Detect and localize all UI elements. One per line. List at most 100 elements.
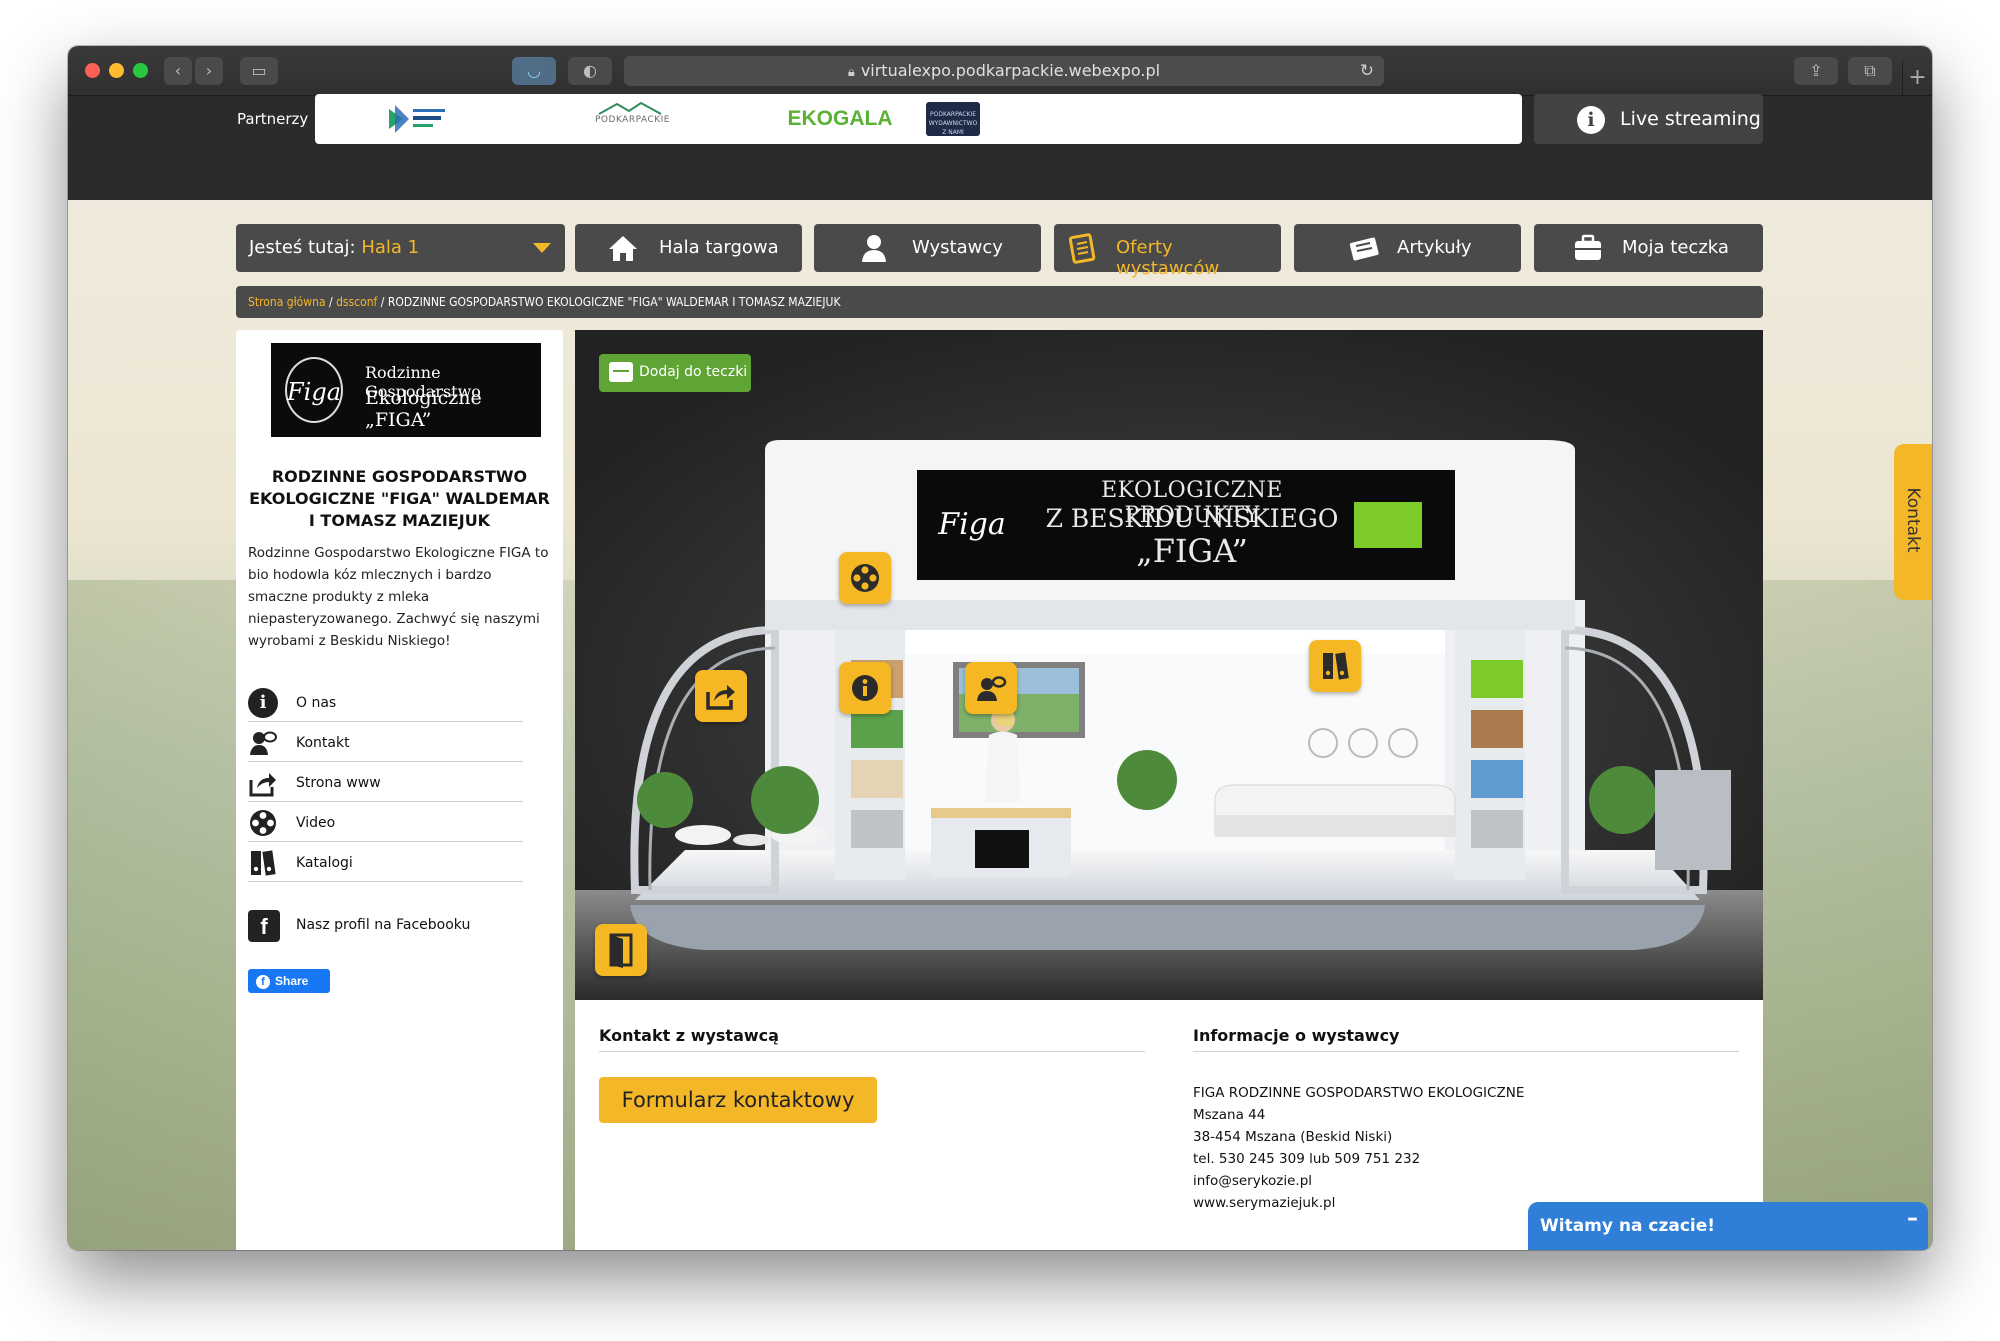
info-icon: i xyxy=(248,688,278,718)
chat-title: Witamy na czacie! xyxy=(1540,1216,1716,1236)
facebook-share-button[interactable]: f Share xyxy=(248,969,330,993)
share-icon[interactable]: ⇪ xyxy=(1794,57,1838,85)
booth-info-hotspot[interactable] xyxy=(839,662,891,714)
menu-item-label: Strona www xyxy=(296,775,381,791)
contact-section-title: Kontakt z wystawcą xyxy=(599,1026,779,1045)
browser-window: ‹ › ▭ ◡ ◐ 🔒︎ virtualexpo.podkarpackie.web… xyxy=(68,46,1932,1250)
binders-icon xyxy=(251,850,276,876)
booth-exit-hotspot[interactable] xyxy=(595,924,647,976)
exhibitor-details: FIGA RODZINNE GOSPODARSTWO EKOLOGICZNE M… xyxy=(1193,1082,1524,1214)
hall-selector-dropdown[interactable]: Jesteś tutaj: Hala 1 xyxy=(236,224,565,272)
podkarpackie-text: PODKARPACKIE xyxy=(595,115,670,125)
partner-logo-virtual-expo[interactable] xyxy=(385,101,449,137)
menu-item-label: Katalogi xyxy=(296,855,353,871)
kontakt-side-tab[interactable]: Kontakt xyxy=(1894,444,1932,600)
privacy-shield-icon[interactable]: ◐ xyxy=(568,57,612,85)
booth-website-hotspot[interactable] xyxy=(695,670,747,722)
exhibitor-email[interactable]: info@serykozie.pl xyxy=(1193,1170,1524,1192)
pocket-icon[interactable]: ◡ xyxy=(512,57,556,85)
company-title: RODZINNE GOSPODARSTWO EKOLOGICZNE "FIGA"… xyxy=(249,467,550,530)
live-streaming-button[interactable]: i Live streaming xyxy=(1534,94,1763,144)
forward-arrow-icon[interactable]: › xyxy=(195,57,223,85)
briefcase-icon xyxy=(1575,234,1601,260)
partner-logo-ekogala[interactable]: EKOGALA xyxy=(785,101,895,137)
menu-item-kontakt[interactable]: Kontakt xyxy=(248,722,523,762)
zoom-window-button[interactable] xyxy=(133,63,148,78)
back-arrow-icon[interactable]: ‹ xyxy=(164,57,192,85)
add-to-briefcase-label: Dodaj do teczki xyxy=(639,364,748,380)
booth-logo-mark: Figa xyxy=(938,507,1006,542)
exhibitor-sidebar: Figa Rodzinne Gospodarstwo Ekologiczne „… xyxy=(236,330,563,1250)
menu-item-label: Video xyxy=(296,815,336,831)
nav-wystawcy[interactable]: Wystawcy xyxy=(814,224,1041,272)
chat-widget[interactable]: Witamy na czacie! – xyxy=(1528,1202,1928,1250)
breadcrumb-separator: / xyxy=(325,295,337,309)
here-prefix: Jesteś tutaj: xyxy=(249,237,356,258)
chat-minimize-button[interactable]: – xyxy=(1907,1206,1918,1231)
facebook-icon: f xyxy=(256,975,270,989)
partners-label: Partnerzy xyxy=(237,110,309,128)
menu-item-o-nas[interactable]: i O nas xyxy=(248,682,523,722)
exhibitor-address-line-2: 38-454 Mszana (Beskid Niski) xyxy=(1193,1129,1393,1145)
contact-icon xyxy=(250,731,277,755)
url-text: virtualexpo.podkarpackie.webexpo.pl xyxy=(860,61,1161,80)
breadcrumb-home[interactable]: Strona główna xyxy=(248,295,326,309)
nav-artykuly-label: Artykuły xyxy=(1397,237,1472,258)
exhibitor-phone: tel. 530 245 309 lub 509 751 232 xyxy=(1193,1151,1421,1167)
exhibitor-website[interactable]: www.serymaziejuk.pl xyxy=(1193,1192,1524,1214)
company-description: Rodzinne Gospodarstwo Ekologiczne FIGA t… xyxy=(248,545,549,649)
newspaper-icon xyxy=(1349,237,1379,261)
nav-oferty-label: Oferty wystawców xyxy=(1116,237,1220,279)
contact-section-divider xyxy=(599,1051,1145,1052)
nav-hala-label: Hala targowa xyxy=(659,237,779,258)
breadcrumb: Strona główna / dssconf / RODZINNE GOSPO… xyxy=(236,286,1763,318)
menu-item-katalogi[interactable]: Katalogi xyxy=(248,842,523,882)
minimize-window-button[interactable] xyxy=(109,63,124,78)
current-hall: Hala 1 xyxy=(361,237,420,258)
menu-item-label: Kontakt xyxy=(296,735,350,751)
page-content: Jesteś tutaj: Hala 1 Hala targowa Wystaw… xyxy=(68,200,1932,1250)
booth-video-hotspot[interactable] xyxy=(839,552,891,604)
reload-icon[interactable]: ↻ xyxy=(1360,56,1374,86)
booth-sign-line-2: Z BESKIDU NISKIEGO xyxy=(1045,504,1339,533)
menu-item-video[interactable]: Video xyxy=(248,802,523,842)
virtual-expo-logo-icon xyxy=(389,105,445,133)
sidebar-toggle-icon[interactable]: ▭ xyxy=(240,57,278,85)
mountain-logo-icon xyxy=(598,101,662,115)
partner-logo-dark[interactable]: PODKARPACKIE WYDAWNICTWO Z NAMI xyxy=(926,102,980,136)
contact-form-button[interactable]: Formularz kontaktowy xyxy=(599,1077,877,1123)
live-streaming-label: Live streaming xyxy=(1620,108,1761,130)
address-bar[interactable]: 🔒︎ virtualexpo.podkarpackie.webexpo.pl ↻ xyxy=(624,56,1384,86)
film-reel-icon xyxy=(851,564,879,592)
new-tab-button[interactable]: + xyxy=(1902,60,1932,96)
facebook-profile-link[interactable]: f Nasz profil na Facebooku xyxy=(248,904,523,944)
tabs-overview-icon[interactable]: ⧉ xyxy=(1848,57,1892,85)
kontakt-side-tab-label: Kontakt xyxy=(1903,487,1923,553)
exhibitor-section-title: Informacje o wystawcy xyxy=(1193,1026,1400,1045)
booth-catalogs-hotspot[interactable] xyxy=(1309,640,1361,692)
contact-icon xyxy=(977,676,1007,701)
browser-titlebar: ‹ › ▭ ◡ ◐ 🔒︎ virtualexpo.podkarpackie.web… xyxy=(68,46,1932,96)
breadcrumb-current: RODZINNE GOSPODARSTWO EKOLOGICZNE "FIGA"… xyxy=(387,295,841,309)
nav-oferty-wystawcow[interactable]: Oferty wystawców xyxy=(1054,224,1281,279)
exhibitor-name: FIGA RODZINNE GOSPODARSTWO EKOLOGICZNE xyxy=(1193,1085,1525,1101)
exhibitor-menu: i O nas Kontakt Strona www Video Katalog… xyxy=(248,682,523,882)
menu-item-strona-www[interactable]: Strona www xyxy=(248,762,523,802)
partner-logos-strip: PODKARPACKIE EKOGALA PODKARPACKIE WYDAWN… xyxy=(315,94,1522,144)
binders-icon xyxy=(1323,652,1349,680)
booth-contact-hotspot[interactable] xyxy=(965,662,1017,714)
add-to-briefcase-button[interactable]: Dodaj do teczki xyxy=(599,354,751,392)
menu-item-label: O nas xyxy=(296,695,337,711)
nav-hala-targowa[interactable]: Hala targowa xyxy=(575,224,802,272)
exhibitor-section-divider xyxy=(1193,1051,1739,1052)
breadcrumb-conf[interactable]: dssconf xyxy=(336,295,377,309)
info-icon: i xyxy=(1577,106,1605,134)
door-exit-icon xyxy=(609,933,633,968)
share-arrow-icon xyxy=(706,685,735,710)
document-list-icon xyxy=(1068,233,1096,264)
nav-artykuly[interactable]: Artykuły xyxy=(1294,224,1521,272)
close-window-button[interactable] xyxy=(85,63,100,78)
facebook-label: Nasz profil na Facebooku xyxy=(296,917,471,933)
partner-logo-podkarpackie[interactable]: PODKARPACKIE xyxy=(595,101,669,137)
nav-moja-teczka[interactable]: Moja teczka xyxy=(1534,224,1763,272)
